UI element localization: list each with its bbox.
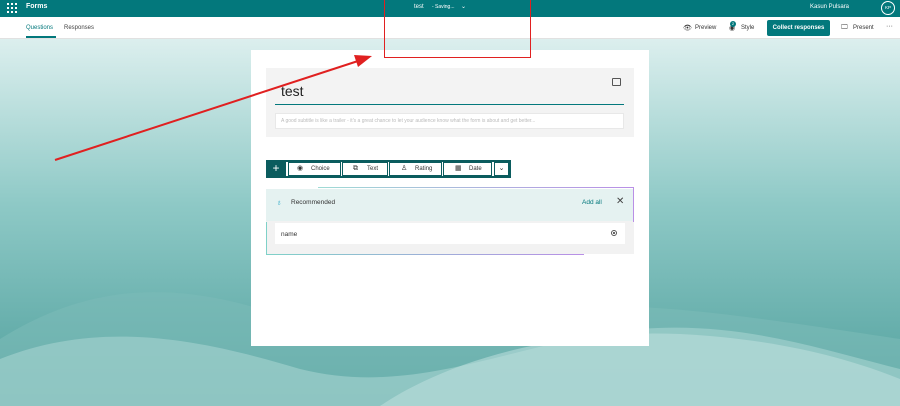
app-name[interactable]: Forms <box>26 3 47 10</box>
preview-button[interactable]: Preview <box>695 25 716 31</box>
choice-button[interactable]: ◉ Choice <box>288 162 341 176</box>
recommended-label: Recommended <box>291 199 336 206</box>
active-tab-indicator <box>26 36 56 38</box>
annotation-rectangle <box>384 0 531 58</box>
panel-border-left <box>266 222 267 255</box>
panel-border-right <box>633 187 634 222</box>
radio-icon <box>611 230 617 236</box>
style-button[interactable]: Style <box>741 25 754 31</box>
date-button[interactable]: ▦ Date <box>443 162 492 176</box>
style-badge: 2 <box>730 21 736 27</box>
present-button[interactable]: Present <box>853 25 874 31</box>
avatar[interactable]: KP <box>881 1 895 15</box>
title-underline <box>275 104 624 105</box>
present-icon[interactable]: 🖵 <box>841 24 848 32</box>
image-edit-icon[interactable] <box>612 78 621 86</box>
close-icon[interactable]: ✕ <box>616 196 624 207</box>
suggested-question-label: name <box>281 231 298 238</box>
suggested-question[interactable] <box>275 223 625 244</box>
tab-questions[interactable]: Questions <box>26 25 53 31</box>
collect-responses-button[interactable]: Collect responses <box>767 20 830 36</box>
chevron-down-icon[interactable]: ⌄ <box>494 162 509 176</box>
date-label: Date <box>469 166 482 172</box>
rating-button[interactable]: ♙ Rating <box>389 162 442 176</box>
subtitle-placeholder: A good subtitle is like a trailer - it's… <box>281 118 536 124</box>
radio-icon: ◉ <box>297 165 304 172</box>
rating-label: Rating <box>415 166 433 172</box>
calendar-icon: ▦ <box>455 165 462 172</box>
text-icon: ⧉ <box>353 165 358 172</box>
waffle-icon[interactable] <box>7 3 17 13</box>
tab-responses[interactable]: Responses <box>64 25 94 31</box>
form-title[interactable]: test <box>281 83 304 99</box>
more-options-button[interactable]: ··· <box>886 23 893 30</box>
add-all-button[interactable]: Add all <box>582 199 602 206</box>
text-label: Text <box>367 166 379 172</box>
panel-border-bottom <box>266 254 584 255</box>
choice-label: Choice <box>311 166 330 172</box>
add-new-button[interactable]: + <box>266 160 286 178</box>
eye-icon[interactable]: 👁 <box>683 24 692 32</box>
panel-border-top <box>318 187 634 188</box>
lightbulb-icon: ♁ <box>276 198 282 207</box>
rating-icon: ♙ <box>401 165 408 172</box>
text-button[interactable]: ⧉ Text <box>342 162 388 176</box>
user-name[interactable]: Kasun Pulsara <box>810 4 849 10</box>
